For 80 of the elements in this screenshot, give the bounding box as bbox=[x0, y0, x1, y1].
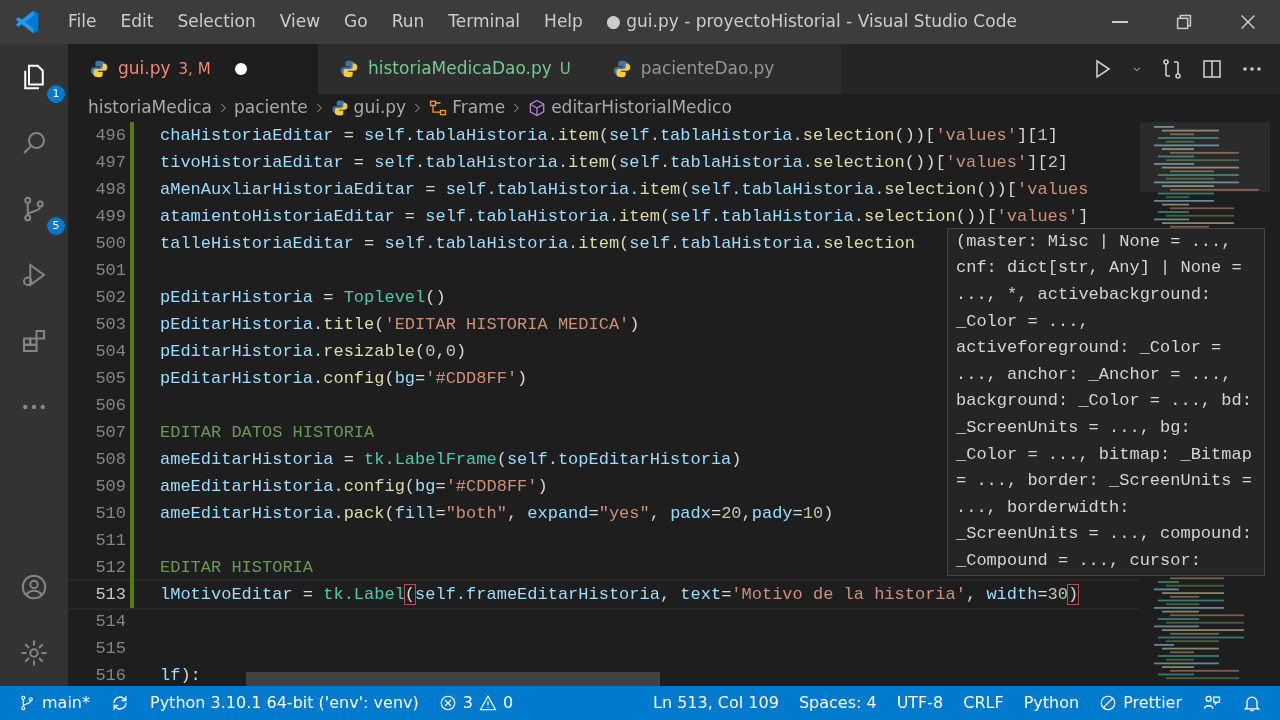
breadcrumb-item[interactable]: historiaMedica bbox=[88, 95, 212, 121]
code-line: chaHistoriaEditar = self.tablaHistoria.item(self.tablaHistoria.selection())['values'][1] bbox=[160, 125, 1058, 145]
python-icon bbox=[88, 58, 110, 80]
line-number: 499 bbox=[94, 205, 126, 228]
python-icon bbox=[338, 58, 360, 80]
code-line: aMenAuxliarHistoriaEditar = self.tablaHistoria.item(self.tablaHistoria.selection())['values bbox=[160, 179, 1089, 199]
editor-tab[interactable]: pacienteDao.py bbox=[590, 44, 841, 94]
code-line: pEditarHistoria = Toplevel() bbox=[160, 287, 446, 307]
warning-icon bbox=[478, 694, 497, 712]
code-line: atamientoHistoriaEditar = self.tablaHistoria.item(self.tablaHistoria.selection())['values'] bbox=[160, 206, 1089, 226]
code-line: ameEditarHistoria.pack(fill="both", expand="yes", padx=20,pady=10) bbox=[160, 503, 834, 523]
code-line: lf): bbox=[160, 665, 201, 685]
code-line: tivoHistoriaEditar = self.tablaHistoria.item(self.tablaHistoria.selection())['values'][2] bbox=[160, 152, 1069, 172]
code-line: pEditarHistoria.resizable(0,0) bbox=[160, 341, 467, 361]
count-badge: 5 bbox=[47, 217, 65, 235]
settings-icon[interactable] bbox=[19, 638, 49, 668]
line-number: 505 bbox=[94, 367, 126, 390]
menu-item[interactable]: Edit bbox=[108, 9, 166, 35]
line-number: 513 bbox=[94, 583, 126, 606]
breadcrumb-item[interactable]: editarHistorialMedico bbox=[551, 95, 732, 121]
status-item[interactable]: CRLF bbox=[953, 691, 1014, 715]
minimize-icon bbox=[1112, 21, 1128, 23]
line-number: 506 bbox=[94, 394, 126, 417]
code-line: ameEditarHistoria = tk.LabelFrame(self.topEditarHistoria) bbox=[160, 449, 742, 469]
line-number: 503 bbox=[94, 313, 126, 336]
status-item[interactable]: Python 3.10.1 64-bit ('env': venv) bbox=[140, 691, 429, 715]
split-editor-icon[interactable] bbox=[1200, 57, 1224, 81]
line-number: 508 bbox=[94, 448, 126, 471]
menu-item[interactable]: File bbox=[56, 9, 109, 35]
line-number: 500 bbox=[94, 232, 126, 255]
menu-item[interactable]: Terminal bbox=[436, 9, 533, 35]
line-number: 511 bbox=[94, 529, 126, 552]
status-item[interactable]: Ln 513, Col 109 bbox=[643, 691, 789, 715]
menu-item[interactable]: View bbox=[267, 9, 333, 35]
line-number: 514 bbox=[94, 610, 126, 633]
breadcrumb-item[interactable]: paciente bbox=[233, 95, 308, 121]
status-item[interactable]: Python bbox=[1013, 691, 1090, 715]
line-number: 498 bbox=[94, 178, 126, 201]
branch-indicator[interactable]: main* bbox=[8, 691, 100, 715]
status-item[interactable]: UTF-8 bbox=[886, 691, 954, 715]
menu-item[interactable]: Selection bbox=[165, 9, 268, 35]
error-icon bbox=[438, 694, 457, 712]
file-status: U bbox=[559, 58, 571, 80]
line-number: 507 bbox=[94, 421, 126, 444]
file-status: 3, M bbox=[178, 58, 211, 80]
line-number: 502 bbox=[94, 286, 126, 309]
prettier-status[interactable]: Prettier bbox=[1089, 691, 1192, 715]
line-number: 516 bbox=[94, 664, 126, 686]
blocked-icon bbox=[1099, 694, 1118, 712]
code-line: EDITAR HISTORIA bbox=[160, 557, 314, 577]
branch-icon bbox=[18, 694, 36, 712]
line-number: 496 bbox=[94, 124, 126, 147]
count-badge: 1 bbox=[47, 85, 65, 103]
line-number: 509 bbox=[94, 475, 126, 498]
menu-item[interactable]: Help bbox=[532, 9, 595, 35]
editor-tab[interactable]: historiaMedicaDao.py U bbox=[318, 44, 591, 94]
menu-item[interactable]: Run bbox=[379, 9, 437, 35]
editor-tab[interactable]: gui.py 3, M bbox=[68, 44, 318, 94]
line-number: 510 bbox=[94, 502, 126, 525]
window-title: ● gui.py - proyectoHistorial - Visual Studio Code bbox=[604, 10, 1018, 34]
line-number: 501 bbox=[94, 259, 126, 282]
line-number: 515 bbox=[94, 637, 126, 660]
compare-icon[interactable] bbox=[1160, 57, 1184, 81]
hover-tooltip: (master: Misc | None = ..., cnf: dict[str, Any] | None = ..., *, activebackground: _Color = ..., activeforeground: _Color = ..., anchor: _Anchor = ..., background: _Color = ..., bd: _ScreenUnits = ..., bg: _Color = ..., bitmap: _Bitmap = ..., border: _ScreenUnits = ..., borderwidth: _ScreenUnits = ..., compound: _Compound = ..., cursor: bbox=[947, 227, 1265, 576]
status-item[interactable]: Spaces: 4 bbox=[788, 691, 887, 715]
code-line: EDITAR DATOS HISTORIA bbox=[160, 422, 375, 442]
code-line: ameEditarHistoria.config(bg='#CDD8FF') bbox=[160, 476, 548, 496]
code-line: pEditarHistoria.config(bg='#CDD8FF') bbox=[160, 368, 528, 388]
scrollbar-thumb[interactable] bbox=[246, 672, 660, 686]
account-icon[interactable] bbox=[19, 572, 49, 602]
line-number: 504 bbox=[94, 340, 126, 363]
code-line: talleHistoriaEditar = self.tablaHistoria.item(self.tablaHistoria.selection bbox=[160, 233, 915, 253]
menu-item[interactable]: Go bbox=[332, 9, 380, 35]
breadcrumb-item[interactable]: Frame bbox=[452, 95, 506, 121]
code-line: lMotivoEditar = tk.Label(self.frameEditarHistoria, text='Motivo de la historia', width=30) bbox=[160, 584, 1079, 604]
line-number: 497 bbox=[94, 151, 126, 174]
line-number: 512 bbox=[94, 556, 126, 579]
code-line: pEditarHistoria.title('EDITAR HISTORIA MEDICA') bbox=[160, 314, 640, 334]
breadcrumb-item[interactable]: gui.py bbox=[353, 95, 407, 121]
problems-indicator[interactable]: 3 0 bbox=[428, 691, 524, 715]
